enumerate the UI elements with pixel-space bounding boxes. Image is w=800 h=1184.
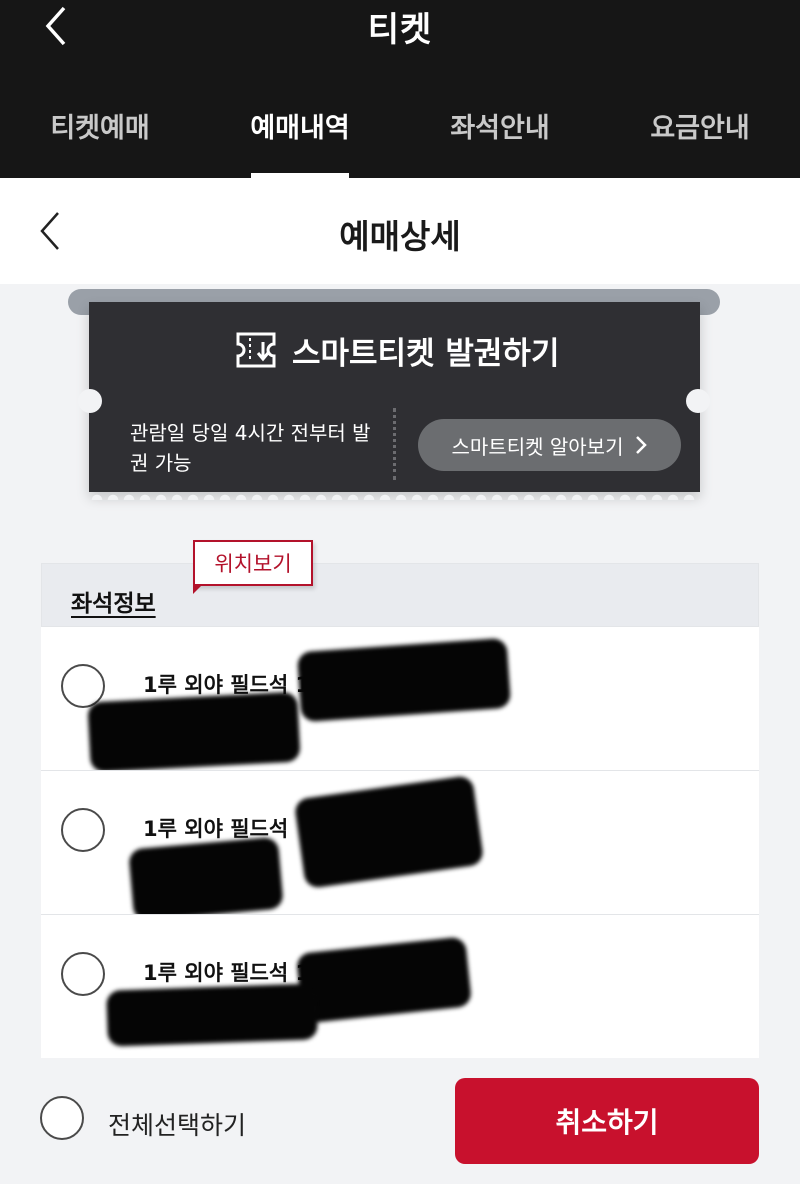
smart-ticket-issue-title[interactable]: 스마트티켓 발권하기 — [292, 328, 559, 373]
tab-booking-history[interactable]: 예매내역 — [200, 106, 400, 145]
seat-row[interactable]: 1루 외야 필드석 — [41, 770, 759, 922]
tab-bar: 티켓예매 예매내역 좌석안내 요금안내 — [0, 100, 800, 178]
ticket-notch-right — [686, 389, 710, 413]
seat-label: 1루 외야 필드석 1 — [143, 961, 311, 985]
seat-info-title: 좌석정보 — [71, 591, 156, 617]
select-all-radio[interactable] — [40, 1096, 84, 1140]
redaction-mark — [293, 774, 485, 890]
cancel-button[interactable]: 취소하기 — [455, 1078, 759, 1164]
redaction-mark — [128, 836, 284, 922]
sub-header: 예매상세 — [0, 178, 800, 284]
tab-ticket-booking[interactable]: 티켓예매 — [0, 106, 200, 145]
seat-row[interactable]: 1루 외야 필드석 10 — [41, 626, 759, 773]
ticket-notch-left — [78, 389, 102, 413]
tab-fare-guide[interactable]: 요금안내 — [600, 106, 800, 145]
seat-info-header: 좌석정보 — [42, 564, 758, 626]
view-location-button[interactable]: 위치보기 — [193, 540, 313, 586]
tag-tail — [193, 584, 203, 594]
learn-smart-ticket-label: 스마트티켓 알아보기 — [451, 434, 624, 459]
redaction-mark — [87, 691, 301, 773]
ticket-scallop-edge — [89, 484, 700, 500]
issue-time-note: 관람일 당일 4시간 전부터 발권 가능 — [130, 421, 371, 475]
select-all-label: 전체선택하기 — [108, 1111, 247, 1140]
learn-smart-ticket-button[interactable]: 스마트티켓 알아보기 — [418, 419, 681, 471]
select-all[interactable]: 전체선택하기 — [40, 1096, 300, 1144]
chevron-right-icon — [636, 436, 648, 454]
ticket-divider — [393, 408, 396, 480]
seat-row[interactable]: 1루 외야 필드석 1 — [41, 914, 759, 1058]
page-title: 티켓 — [367, 10, 433, 50]
smart-ticket-icon — [234, 330, 278, 370]
redaction-mark — [295, 936, 473, 1024]
redaction-mark — [296, 637, 512, 723]
tab-seat-guide[interactable]: 좌석안내 — [400, 106, 600, 145]
seat-radio[interactable] — [61, 808, 105, 852]
top-header: 티켓 티켓예매 예매내역 좌석안내 요금안내 — [0, 0, 800, 178]
redaction-mark — [106, 983, 318, 1047]
detail-title: 예매상세 — [339, 217, 461, 256]
seat-radio[interactable] — [61, 952, 105, 996]
